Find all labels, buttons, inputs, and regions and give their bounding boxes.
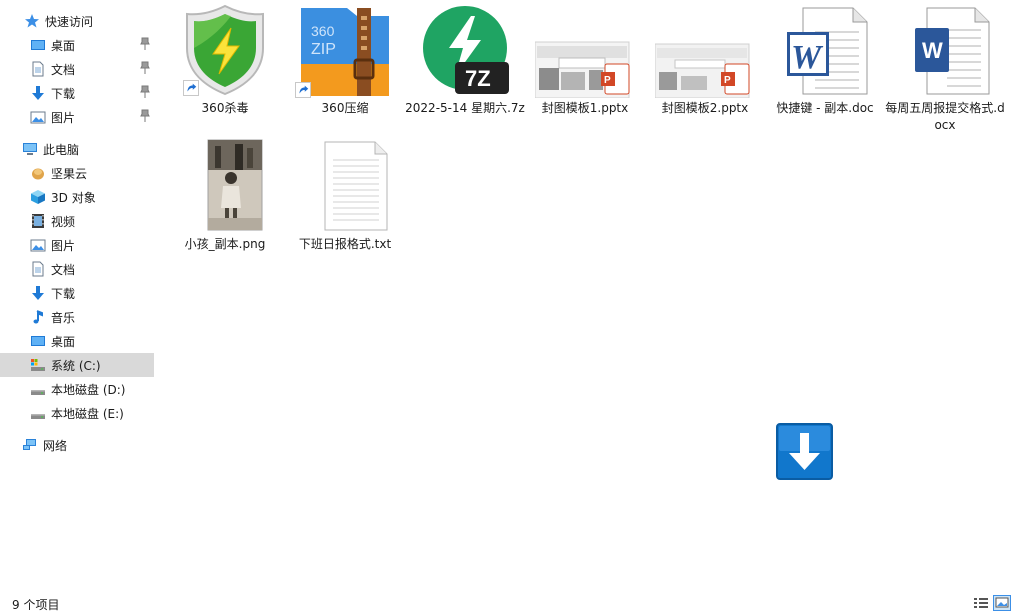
- nav-label: 3D 对象: [51, 190, 96, 205]
- file-name: 快捷键 - 副本.doc: [776, 101, 874, 115]
- nav-label: 文档: [51, 262, 76, 277]
- film-icon: [32, 214, 44, 228]
- file-item[interactable]: W 每周五周报提交格式.docx: [883, 2, 1007, 132]
- file-name: 360杀毒: [201, 101, 249, 115]
- nav-label: 网络: [43, 438, 68, 453]
- file-name: 2022-5-14 星期六.7z: [405, 101, 525, 115]
- nav-label: 视频: [51, 214, 76, 229]
- pictures-icon: [30, 239, 46, 252]
- nav-quick-desktop[interactable]: 桌面: [0, 33, 154, 57]
- file-name: 下班日报格式.txt: [298, 237, 392, 251]
- file-item[interactable]: 小孩_副本.png: [163, 138, 287, 258]
- txt-icon: [324, 141, 388, 231]
- nav-quick-access[interactable]: 快速访问: [0, 9, 154, 33]
- system-drive-icon: [31, 359, 45, 371]
- nav-label: 下载: [51, 86, 76, 101]
- file-item[interactable]: 360杀毒: [163, 2, 287, 132]
- nav-label: 本地磁盘 (D:): [51, 382, 126, 397]
- 7z-archive-icon: 7Z: [423, 6, 509, 94]
- nav-label: 系统 (C:): [51, 358, 101, 373]
- desktop-icon: [31, 336, 45, 346]
- shortcut-arrow-icon: [295, 82, 311, 98]
- docx-icon: W: [915, 7, 990, 95]
- nut-cloud-icon: [32, 168, 44, 180]
- nav-pictures[interactable]: 图片: [0, 233, 154, 257]
- file-item[interactable]: 360 ZIP 360压缩: [283, 2, 407, 132]
- nav-label: 音乐: [51, 310, 76, 325]
- nav-quick-pictures[interactable]: 图片: [0, 105, 154, 129]
- zip-brand-bottom: ZIP: [311, 41, 336, 58]
- nav-videos[interactable]: 视频: [0, 209, 154, 233]
- nav-documents[interactable]: 文档: [0, 257, 154, 281]
- word-w-glyph: W: [922, 38, 943, 63]
- nav-downloads[interactable]: 下载: [0, 281, 154, 305]
- photo-thumbnail: [207, 139, 263, 231]
- pin-icon[interactable]: [140, 37, 150, 51]
- download-arrow-icon: [32, 86, 44, 100]
- nav-quick-documents[interactable]: 文档: [0, 57, 154, 81]
- word-w-glyph: W: [791, 39, 824, 76]
- nav-label: 下载: [51, 286, 76, 301]
- nav-3d-objects[interactable]: 3D 对象: [0, 185, 154, 209]
- nav-drive-d[interactable]: 本地磁盘 (D:): [0, 377, 154, 401]
- file-item[interactable]: 下班日报格式.txt: [283, 138, 407, 258]
- file-item[interactable]: W 快捷键 - 副本.doc: [763, 2, 887, 132]
- star-icon: [25, 14, 39, 28]
- desktop-icon: [31, 40, 45, 50]
- shortcut-arrow-icon: [183, 80, 199, 96]
- file-name: 封图模板1.pptx: [541, 101, 629, 115]
- nav-jianguoyun[interactable]: 坚果云: [0, 161, 154, 185]
- file-name: 每周五周报提交格式.docx: [885, 101, 1005, 132]
- download-arrow-icon[interactable]: [776, 423, 833, 480]
- file-view: 360杀毒 360 ZIP 360压缩 7Z 2022-5-14 星期六.7z: [155, 0, 1016, 592]
- large-icons-view-icon[interactable]: [993, 595, 1011, 611]
- nav-label: 桌面: [51, 38, 76, 53]
- nav-drive-c[interactable]: 系统 (C:): [0, 353, 154, 377]
- nav-desktop[interactable]: 桌面: [0, 329, 154, 353]
- computer-icon: [23, 143, 37, 155]
- nav-label: 文档: [51, 62, 76, 77]
- nav-this-pc[interactable]: 此电脑: [0, 137, 154, 161]
- nav-label: 图片: [51, 238, 76, 253]
- file-item[interactable]: 7Z 2022-5-14 星期六.7z: [403, 2, 527, 132]
- item-count: 9 个项目: [12, 598, 60, 612]
- hard-drive-icon: [31, 414, 45, 419]
- pin-icon[interactable]: [140, 61, 150, 75]
- nav-label: 图片: [51, 110, 76, 125]
- file-item[interactable]: P 封图模板2.pptx: [643, 2, 767, 132]
- pptx-thumbnail: P: [655, 43, 750, 98]
- music-note-icon: [33, 310, 43, 324]
- zip-brand-top: 360: [311, 23, 335, 39]
- nav-label: 桌面: [51, 334, 76, 349]
- nav-label: 本地磁盘 (E:): [51, 406, 124, 421]
- nav-label: 此电脑: [43, 142, 80, 157]
- pin-icon[interactable]: [140, 109, 150, 123]
- pptx-thumbnail: P: [535, 41, 630, 98]
- svg-text:P: P: [724, 75, 731, 86]
- nav-quick-downloads[interactable]: 下载: [0, 81, 154, 105]
- hard-drive-icon: [31, 390, 45, 395]
- navigation-pane: 快速访问 桌面 文档 下载 图片 此电脑 坚果云 3D 对象 视频 图片 文档 …: [0, 0, 155, 592]
- nav-music[interactable]: 音乐: [0, 305, 154, 329]
- status-bar: 9 个项目: [0, 592, 1016, 614]
- file-name: 小孩_副本.png: [184, 237, 266, 251]
- file-name: 360压缩: [321, 101, 369, 115]
- download-arrow-icon: [32, 286, 44, 300]
- document-icon: [32, 261, 44, 277]
- network-icon: [23, 439, 36, 450]
- doc-icon: W: [787, 7, 868, 95]
- nav-label: 快速访问: [45, 14, 94, 29]
- nav-label: 坚果云: [51, 166, 88, 181]
- pin-icon[interactable]: [140, 85, 150, 99]
- file-item[interactable]: P 封图模板1.pptx: [523, 2, 647, 132]
- nav-network[interactable]: 网络: [0, 433, 154, 457]
- details-view-icon[interactable]: [972, 595, 990, 611]
- nav-drive-e[interactable]: 本地磁盘 (E:): [0, 401, 154, 425]
- document-icon: [32, 61, 44, 77]
- svg-text:P: P: [604, 75, 611, 86]
- file-name: 封图模板2.pptx: [661, 101, 749, 115]
- cube-icon: [31, 190, 45, 204]
- sevenz-label: 7Z: [465, 66, 491, 91]
- pictures-icon: [30, 111, 46, 124]
